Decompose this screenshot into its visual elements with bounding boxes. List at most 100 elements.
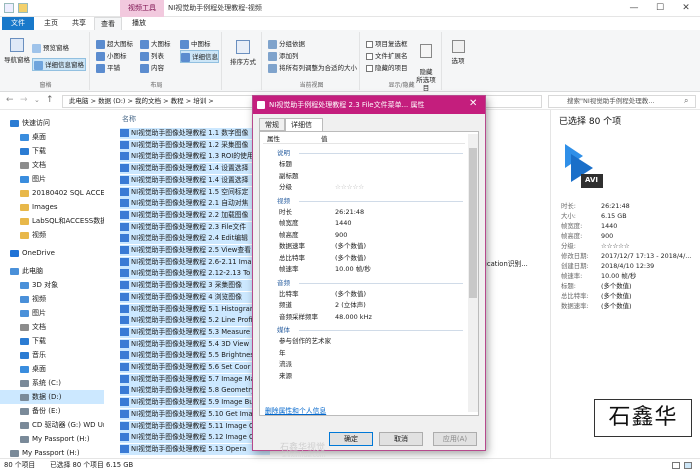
nav-item[interactable]: 此电脑 — [0, 264, 104, 278]
value-column-header[interactable]: 值 — [321, 134, 328, 144]
file-row[interactable]: NI视觉助手图像处理教程 5.13 Opera — [120, 443, 270, 455]
nav-item[interactable]: 图片 — [0, 172, 104, 186]
options-button[interactable]: 选项 — [446, 40, 470, 65]
tab-share[interactable]: 共享 — [66, 17, 92, 30]
file-row[interactable]: NI视觉助手图像处理教程 1.3 ROI的使用 — [120, 151, 270, 163]
layout-large-icons[interactable]: 大图标 — [140, 38, 171, 49]
dialog-close-icon[interactable]: ✕ — [469, 98, 477, 109]
layout-medium-icons[interactable]: 中图标 — [180, 38, 211, 49]
property-row[interactable]: 数据速率 (多个数值) — [263, 241, 465, 251]
apply-button[interactable]: 应用(A) — [433, 432, 477, 446]
file-row[interactable]: NI视觉助手图像处理教程 2.12-2.13 To — [120, 268, 270, 280]
details-view-icon[interactable] — [672, 462, 680, 469]
hidden-items-toggle[interactable]: 隐藏的项目 — [366, 62, 408, 72]
layout-tiles[interactable]: 平铺 — [96, 62, 120, 73]
layout-small-icons[interactable]: 小图标 — [96, 50, 127, 61]
breadcrumb-item[interactable]: 教程 — [171, 97, 184, 105]
property-row[interactable]: 帧高度 900 — [263, 230, 465, 240]
remove-properties-link[interactable]: 删除属性和个人信息 — [265, 405, 326, 415]
detail-value[interactable]: 2017/12/7 17:13 - 2018/4/... — [601, 252, 691, 260]
property-value[interactable]: 26:21:48 — [335, 207, 364, 217]
property-value[interactable]: 2 (立体声) — [335, 300, 366, 310]
file-row[interactable]: NI视觉助手图像处理教程 1.4 设置选择 — [120, 174, 270, 186]
property-value[interactable]: 48.000 kHz — [335, 312, 372, 322]
file-row[interactable]: NI视觉助手图像处理教程 2.3 File文件 — [120, 221, 270, 233]
file-row[interactable]: NI视觉助手图像处理教程 1.5 空间标定 — [120, 186, 270, 198]
detail-value[interactable]: 10.00 帧/秒 — [601, 272, 636, 280]
property-row[interactable]: 时长 26:21:48 — [263, 207, 465, 217]
back-arrow-icon[interactable]: ← — [6, 95, 14, 105]
file-row[interactable]: NI视觉助手图像处理教程 1.1 数字图像 — [120, 128, 270, 139]
tab-play[interactable]: 播放 — [126, 17, 152, 30]
nav-item[interactable]: 下载 — [0, 144, 104, 158]
breadcrumb-item[interactable]: 数据 (D:) — [98, 97, 125, 105]
up-arrow-icon[interactable]: ↑ — [46, 95, 54, 105]
file-row[interactable]: NI视觉助手图像处理教程 5.8 Geometry — [120, 385, 270, 397]
nav-item[interactable]: OneDrive — [0, 246, 104, 260]
layout-details[interactable]: 详细信息 — [180, 50, 219, 63]
property-row[interactable]: 总比特率 (多个数值) — [263, 253, 465, 263]
detail-value[interactable]: (多个数值) — [601, 302, 632, 310]
file-row[interactable]: NI视觉助手图像处理教程 5.9 Image Bu — [120, 397, 270, 409]
file-row[interactable]: NI视觉助手图像处理教程 5.11 Image C — [120, 420, 270, 432]
property-row[interactable]: 副标题 — [263, 171, 465, 181]
nav-item[interactable]: 20180402 SQL ACCESS — [0, 186, 104, 200]
file-row[interactable]: NI视觉助手图像处理教程 5.5 Brightnes — [120, 350, 270, 362]
quick-access-folder-icon[interactable] — [18, 3, 28, 13]
detail-value[interactable]: (多个数值) — [601, 282, 632, 290]
nav-item[interactable]: 下载 — [0, 334, 104, 348]
nav-item[interactable]: 系统 (C:) — [0, 376, 104, 390]
quick-access-save-icon[interactable] — [4, 3, 14, 13]
nav-item[interactable]: LabSQL和ACCESS数据库 — [0, 214, 104, 228]
property-row[interactable]: 参与创作的艺术家 — [263, 336, 465, 346]
ok-button[interactable]: 确定 — [329, 432, 373, 446]
file-extensions-toggle[interactable]: 文件扩展名 — [366, 50, 408, 60]
file-row[interactable]: NI视觉助手图像处理教程 2.5 View查看 — [120, 245, 270, 256]
layout-xl-icons[interactable]: 超大图标 — [96, 38, 133, 49]
breadcrumb-item[interactable]: 此电脑 — [69, 97, 89, 105]
property-value[interactable]: ☆☆☆☆☆ — [335, 182, 364, 192]
sort-button[interactable]: 排序方式 — [230, 40, 256, 66]
column-header-name[interactable]: 名称 — [122, 114, 136, 124]
file-row[interactable]: NI视觉助手图像处理教程 5.3 Measure — [120, 326, 270, 338]
detail-value[interactable]: 2018/4/10 12:39 — [601, 262, 654, 270]
file-row[interactable]: NI视觉助手图像处理教程 1.2 采集图像 — [120, 139, 270, 151]
file-row[interactable]: NI视觉助手图像处理教程 4 浏览图像 — [120, 291, 270, 303]
preview-pane-button[interactable]: 预览窗格 — [32, 42, 69, 53]
context-tab-video-tools[interactable]: 视频工具 — [120, 0, 164, 17]
nav-item[interactable]: 文档 — [0, 158, 104, 172]
detail-value[interactable]: 1440 — [601, 222, 617, 230]
nav-pane-button[interactable]: 导航窗格 — [4, 38, 30, 64]
forward-arrow-icon[interactable]: → — [20, 95, 28, 105]
file-row[interactable]: NI视觉助手图像处理教程 5.7 Image Ma — [120, 373, 270, 385]
file-row[interactable]: NI视觉助手图像处理教程 5.12 Image C — [120, 432, 270, 444]
file-row[interactable]: NI视觉助手图像处理教程 2.1 自动对焦 — [120, 198, 270, 210]
file-row[interactable]: NI视觉助手图像处理教程 5.10 Get Ima — [120, 408, 270, 420]
property-row[interactable]: 年 — [263, 348, 465, 358]
nav-item[interactable]: CD 驱动器 (G:) WD Unl — [0, 418, 104, 432]
property-row[interactable]: 来源 — [263, 371, 465, 381]
nav-item[interactable]: 3D 对象 — [0, 278, 104, 292]
file-row[interactable]: NI视觉助手图像处理教程 5.1 Histogram — [120, 303, 270, 315]
details-pane-button[interactable]: 详细信息窗格 — [32, 58, 86, 71]
item-checkboxes-toggle[interactable]: 项目复选框 — [366, 38, 408, 48]
file-row[interactable]: NI视觉助手图像处理教程 2.6-2.11 Imag — [120, 256, 270, 268]
nav-item[interactable]: 桌面 — [0, 362, 104, 376]
property-value[interactable]: (多个数值) — [335, 241, 366, 251]
property-value[interactable]: 1440 — [335, 218, 352, 228]
nav-item[interactable]: 备份 (E:) — [0, 404, 104, 418]
property-value[interactable]: (多个数值) — [335, 253, 366, 263]
detail-value[interactable]: 6.15 GB — [601, 212, 627, 220]
detail-value[interactable]: 26:21:48 — [601, 202, 630, 210]
tab-general[interactable]: 常规 — [259, 118, 285, 131]
minimize-button[interactable]: — — [622, 0, 646, 17]
nav-item[interactable]: 桌面 — [0, 130, 104, 144]
recent-chevron-icon[interactable]: ⌄ — [34, 96, 40, 104]
property-value[interactable]: (多个数值) — [335, 289, 366, 299]
nav-item[interactable]: 图片 — [0, 306, 104, 320]
nav-item[interactable]: My Passport (H:) — [0, 432, 104, 446]
property-row[interactable]: 频道 2 (立体声) — [263, 300, 465, 310]
layout-content[interactable]: 内容 — [140, 62, 164, 73]
property-column-header[interactable]: 属性 — [267, 134, 280, 144]
detail-value[interactable]: ☆☆☆☆☆ — [601, 242, 630, 250]
